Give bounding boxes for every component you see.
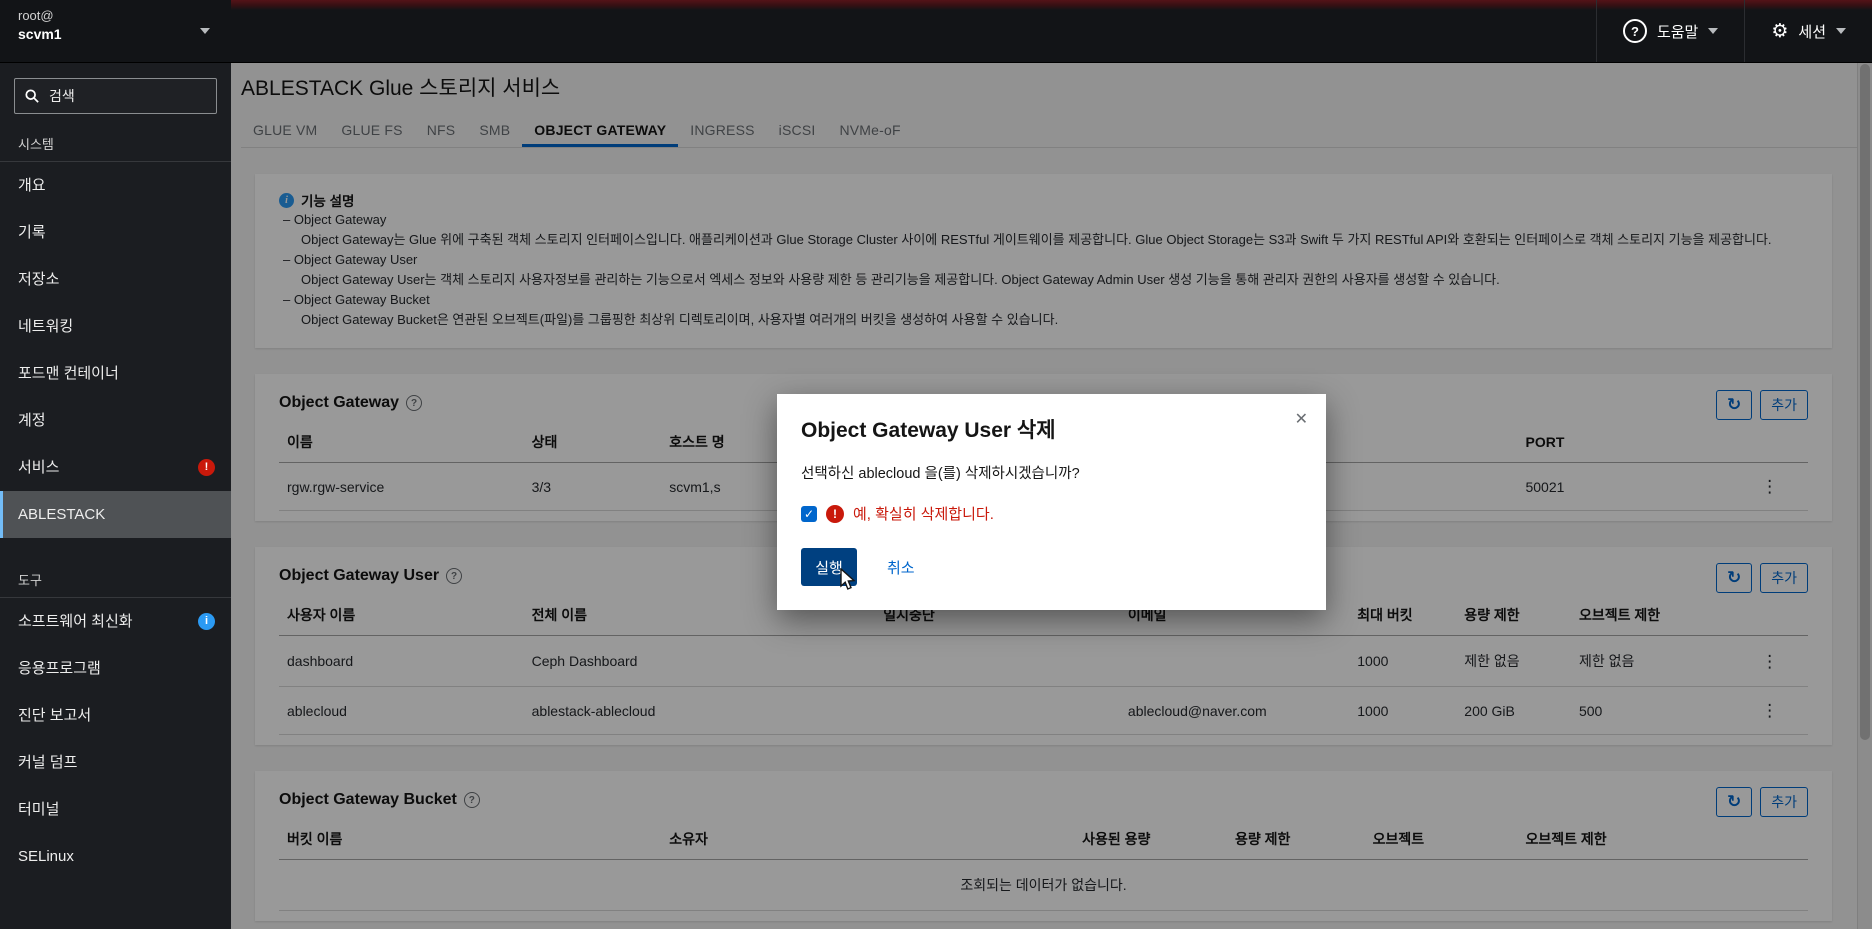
masthead-username: root@ — [18, 8, 54, 23]
session-menu[interactable]: ⚙ 세션 — [1744, 0, 1872, 62]
sidebar-item-applications[interactable]: 응용프로그램 — [0, 645, 231, 692]
sidebar-item-storage[interactable]: 저장소 — [0, 256, 231, 303]
chevron-down-icon — [1708, 28, 1719, 34]
help-menu[interactable]: ? 도움말 — [1595, 0, 1744, 62]
masthead: root@ scvm1 ? 도움말 ⚙ 세션 — [0, 0, 1872, 63]
sidebar-item-podman[interactable]: 포드맨 컨테이너 — [0, 350, 231, 397]
modal-message: 선택하신 ablecloud 을(를) 삭제하시겠습니까? — [801, 466, 1080, 482]
sidebar-item-software-updates[interactable]: 소프트웨어 최신화 i — [0, 598, 231, 645]
masthead-hostname: scvm1 — [18, 26, 62, 42]
confirm-row: ✓ ! 예, 확실히 삭제합니다. — [801, 503, 1302, 524]
cancel-link[interactable]: 취소 — [887, 557, 915, 578]
ablestack-cockpit-app: root@ scvm1 ? 도움말 ⚙ 세션 시스 — [0, 0, 1872, 929]
exclamation-circle-icon: ! — [826, 504, 844, 523]
alert-badge-icon: ! — [198, 459, 215, 476]
sidebar-item-diagnostic-reports[interactable]: 진단 보고서 — [0, 692, 231, 739]
gear-icon: ⚙ — [1771, 20, 1789, 42]
modal-footer: 실행 취소 — [801, 548, 1302, 586]
confirm-label: 예, 확실히 삭제합니다. — [853, 506, 994, 523]
sidebar-item-kernel-dump[interactable]: 커널 덤프 — [0, 739, 231, 786]
main-content: ABLESTACK Glue 스토리지 서비스 GLUE VM GLUE FS … — [231, 62, 1872, 929]
host-switcher[interactable]: root@ scvm1 — [0, 0, 231, 62]
nav-group-system: 시스템 — [18, 137, 54, 152]
search-icon — [25, 89, 39, 103]
chevron-down-icon — [200, 28, 210, 34]
search-input[interactable] — [47, 87, 201, 105]
help-icon: ? — [1622, 19, 1647, 43]
sidebar-search[interactable] — [14, 78, 217, 114]
sidebar-item-services[interactable]: 서비스 ! — [0, 444, 231, 491]
modal-title: Object Gateway User 삭제 — [801, 419, 1056, 442]
chevron-down-icon — [1836, 28, 1846, 34]
sidebar-item-overview[interactable]: 개요 — [0, 162, 231, 209]
info-badge-icon: i — [198, 613, 215, 630]
help-label: 도움말 — [1656, 23, 1699, 41]
confirm-checkbox[interactable]: ✓ — [801, 505, 817, 522]
sidebar-item-ablestack[interactable]: ABLESTACK — [0, 491, 231, 538]
delete-user-modal: Object Gateway User 삭제 ✕ 선택하신 ablecloud … — [777, 394, 1326, 610]
sidebar: 시스템 개요 기록 저장소 네트워킹 포드맨 컨테이너 계정 서비스 ! ABL… — [0, 62, 231, 929]
cursor-pointer-icon — [840, 568, 856, 590]
sidebar-item-selinux[interactable]: SELinux — [0, 833, 231, 880]
nav-group-tools: 도구 — [18, 573, 42, 588]
sidebar-item-networking[interactable]: 네트워킹 — [0, 303, 231, 350]
close-icon[interactable]: ✕ — [1295, 412, 1308, 428]
session-label: 세션 — [1798, 23, 1826, 41]
masthead-actions: ? 도움말 ⚙ 세션 — [1595, 0, 1872, 62]
sidebar-item-logs[interactable]: 기록 — [0, 209, 231, 256]
sidebar-item-accounts[interactable]: 계정 — [0, 397, 231, 444]
sidebar-item-terminal[interactable]: 터미널 — [0, 786, 231, 833]
